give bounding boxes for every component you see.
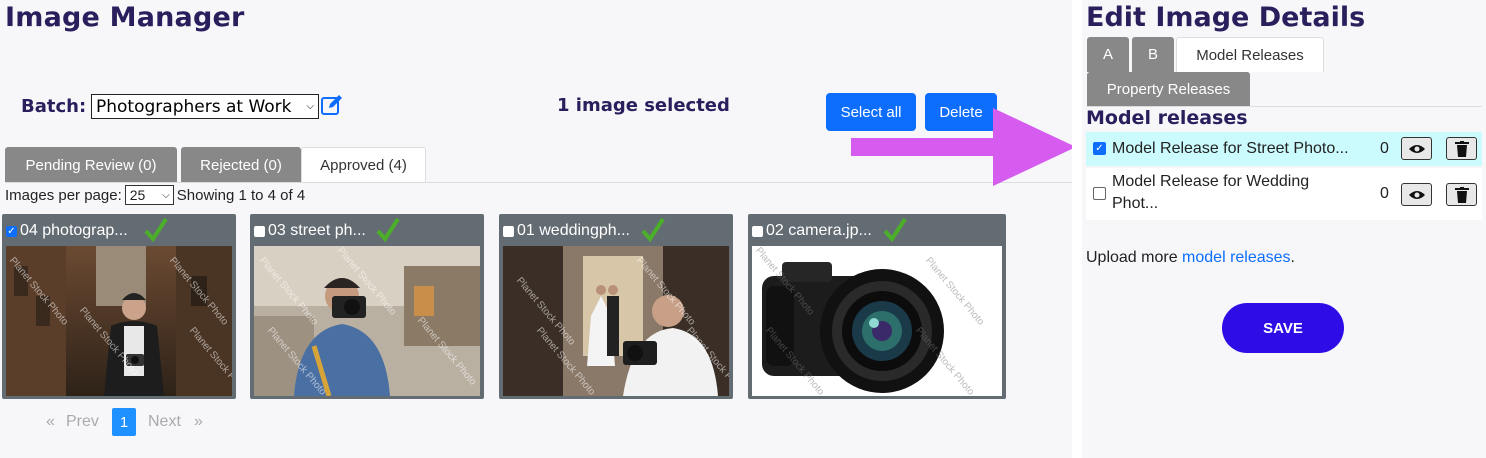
per-page-row: Images per page: 25 ⌵ Showing 1 to 4 of … xyxy=(5,185,305,205)
card-header: 01 weddingph... xyxy=(503,220,630,242)
image-checkbox[interactable] xyxy=(752,225,763,237)
save-button[interactable]: SAVE xyxy=(1222,303,1344,353)
image-checkbox[interactable] xyxy=(503,225,514,237)
tab-property-releases[interactable]: Property Releases xyxy=(1087,72,1250,107)
showing-text: Showing 1 to 4 of 4 xyxy=(176,186,306,204)
upload-more-text: Upload more model releases. xyxy=(1086,249,1295,267)
image-card[interactable]: 01 weddingph... Planet Stock Photo Plane… xyxy=(499,214,733,399)
approved-check-icon xyxy=(376,217,400,243)
image-filename: 01 weddingph... xyxy=(517,222,630,239)
card-header: 03 street ph... xyxy=(254,220,366,242)
selection-status: 1 image selected xyxy=(557,95,730,116)
approved-check-icon xyxy=(883,217,907,243)
tab-pending-review[interactable]: Pending Review (0) xyxy=(5,147,177,183)
image-card[interactable]: 02 camera.jp... Planet Stock Photo Plane… xyxy=(748,214,1006,399)
section-title: Model releases xyxy=(1086,107,1248,129)
edit-icon[interactable] xyxy=(320,93,344,117)
card-header: ✓ 04 photograp... xyxy=(6,220,128,242)
image-card[interactable]: ✓ 04 photograp... Planet Stock Photo Pla… xyxy=(2,214,236,399)
approved-check-icon xyxy=(144,217,168,243)
image-thumbnail: Planet Stock Photo Planet Stock Photo Pl… xyxy=(6,246,232,396)
panel-title: Edit Image Details xyxy=(1086,2,1366,33)
per-page-label: Images per page: xyxy=(5,186,122,204)
tab-b[interactable]: B xyxy=(1132,37,1174,72)
release-name-line: Model Release for Wedding xyxy=(1112,173,1310,190)
first-page-link[interactable]: « xyxy=(46,413,55,431)
trash-icon xyxy=(1454,140,1469,157)
prev-page-link[interactable]: Prev xyxy=(66,413,99,431)
image-card[interactable]: 03 street ph... Planet Stock Photo Plane… xyxy=(250,214,484,399)
batch-label: Batch: xyxy=(21,96,87,117)
release-count: 0 xyxy=(1380,185,1389,202)
image-thumbnail: Planet Stock Photo Planet Stock Photo Pl… xyxy=(752,246,1002,396)
release-name: Model Release for Street Photo... xyxy=(1112,140,1349,157)
batch-select-value: Photographers at Work xyxy=(96,96,292,117)
release-row[interactable]: ✓ Model Release for Street Photo... 0 xyxy=(1086,132,1482,166)
image-manager-panel: Image Manager Batch: Photographers at Wo… xyxy=(0,0,1076,458)
chevron-down-icon: ⌵ xyxy=(162,189,170,201)
per-page-value: 25 xyxy=(129,187,146,203)
image-thumbnail: Planet Stock Photo Planet Stock Photo Pl… xyxy=(254,246,480,396)
upload-prefix: Upload more xyxy=(1086,249,1183,266)
next-page-link[interactable]: Next xyxy=(148,413,181,431)
image-filename: 02 camera.jp... xyxy=(766,222,872,239)
eye-icon xyxy=(1408,144,1425,153)
image-checkbox[interactable] xyxy=(254,225,265,237)
view-button[interactable] xyxy=(1401,183,1432,206)
per-page-select[interactable]: 25 ⌵ xyxy=(124,185,174,205)
last-page-link[interactable]: » xyxy=(194,413,203,431)
release-name-line: Phot... xyxy=(1112,195,1159,212)
release-checkbox[interactable] xyxy=(1093,187,1106,200)
chevron-down-icon: ⌵ xyxy=(306,101,314,112)
street-photographer-image xyxy=(254,246,480,396)
image-filename: 03 street ph... xyxy=(268,222,366,239)
trash-icon xyxy=(1454,186,1469,203)
tab-approved[interactable]: Approved (4) xyxy=(301,147,426,183)
upload-suffix: . xyxy=(1290,249,1295,266)
page-number-current[interactable]: 1 xyxy=(112,408,136,436)
pagination: « Prev Next » xyxy=(0,408,220,436)
arrow-right-icon xyxy=(851,108,1076,186)
batch-select[interactable]: Photographers at Work ⌵ xyxy=(91,94,319,119)
tab-a[interactable]: A xyxy=(1087,37,1129,72)
eye-icon xyxy=(1408,190,1425,199)
panel-divider xyxy=(1072,0,1082,458)
delete-release-button[interactable] xyxy=(1446,183,1477,206)
card-header: 02 camera.jp... xyxy=(752,220,872,242)
view-button[interactable] xyxy=(1401,137,1432,160)
release-count: 0 xyxy=(1380,140,1389,157)
model-releases-link[interactable]: model releases xyxy=(1182,249,1291,266)
photographer-street-image xyxy=(6,246,232,396)
tab-rejected[interactable]: Rejected (0) xyxy=(181,147,301,183)
edit-image-details-panel: Edit Image Details A B Model Releases Pr… xyxy=(1082,0,1486,458)
page-title: Image Manager xyxy=(5,2,245,33)
release-name: Model Release for Wedding Phot... xyxy=(1112,171,1309,215)
camera-image xyxy=(752,246,1002,396)
approved-check-icon xyxy=(641,217,665,243)
tab-model-releases[interactable]: Model Releases xyxy=(1176,37,1324,72)
image-filename: 04 photograp... xyxy=(20,222,128,239)
image-checkbox[interactable]: ✓ xyxy=(6,225,17,237)
release-checkbox[interactable]: ✓ xyxy=(1093,142,1106,155)
image-thumbnail: Planet Stock Photo Planet Stock Photo Pl… xyxy=(503,246,729,396)
delete-release-button[interactable] xyxy=(1446,137,1477,160)
release-row[interactable]: Model Release for Wedding Phot... 0 xyxy=(1086,168,1482,220)
